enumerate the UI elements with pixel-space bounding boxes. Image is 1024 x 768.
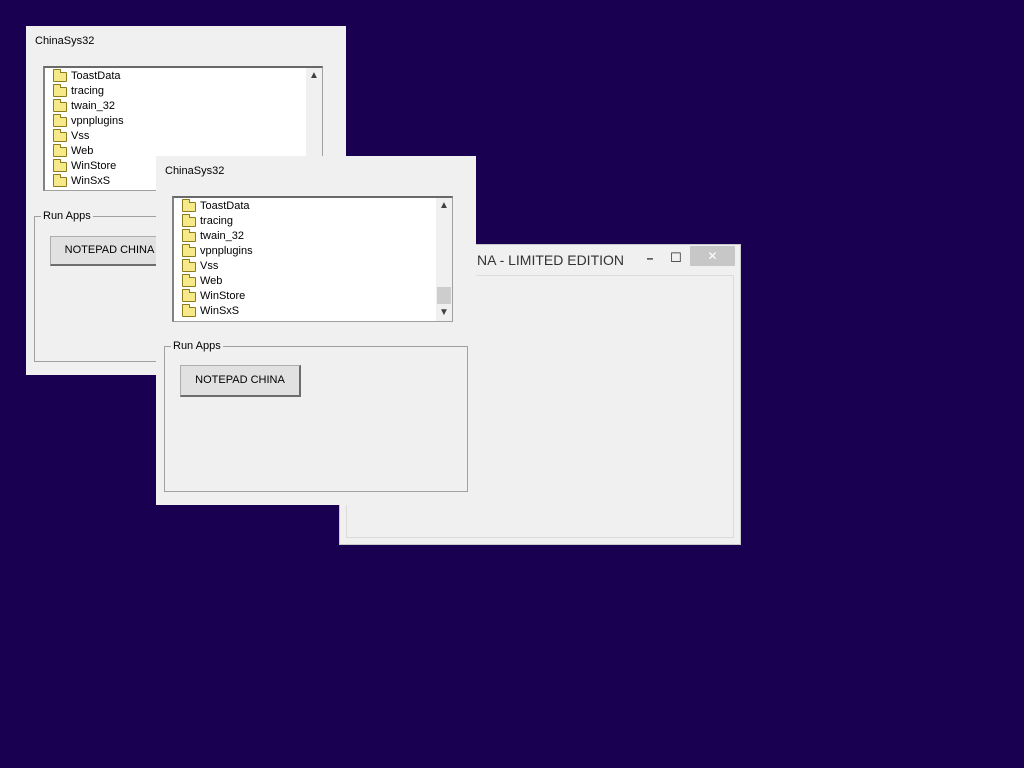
folder-name: tracing bbox=[71, 85, 105, 97]
close-icon: ✕ bbox=[707, 249, 718, 263]
folder-name: Vss bbox=[71, 130, 90, 142]
folder-icon bbox=[182, 213, 196, 227]
close-button[interactable]: ✕ bbox=[690, 246, 735, 266]
list-item[interactable]: twain_32 bbox=[53, 98, 124, 114]
run-apps-label: Run Apps bbox=[171, 339, 223, 353]
folder-name: ToastData bbox=[71, 70, 121, 82]
list-item[interactable]: twain_32 bbox=[182, 228, 253, 244]
folder-icon bbox=[53, 113, 67, 127]
list-item[interactable]: tracing bbox=[53, 83, 124, 99]
folder-icon bbox=[53, 173, 67, 187]
scroll-up-arrow-icon[interactable]: ▲ bbox=[436, 198, 452, 214]
list-item[interactable]: vpnplugins bbox=[53, 113, 124, 129]
run-apps-group: Run Apps NOTEPAD CHINA bbox=[164, 339, 468, 492]
folder-name: vpnplugins bbox=[200, 245, 253, 257]
notepad-window-title: NA - LIMITED EDITION bbox=[477, 252, 625, 268]
folder-name: WinSxS bbox=[71, 175, 111, 187]
run-apps-label: Run Apps bbox=[41, 209, 93, 223]
folder-icon bbox=[53, 83, 67, 97]
folder-name: vpnplugins bbox=[71, 115, 124, 127]
folder-name: tracing bbox=[200, 215, 234, 227]
folder-icon bbox=[182, 198, 196, 212]
maximize-button[interactable]: ☐ bbox=[666, 247, 686, 269]
folder-icon bbox=[182, 303, 196, 317]
list-item[interactable]: vpnplugins bbox=[182, 243, 253, 259]
vertical-scrollbar[interactable]: ▲ ▼ bbox=[436, 198, 452, 321]
folder-icon bbox=[53, 143, 67, 157]
folder-icon bbox=[182, 228, 196, 242]
maximize-icon: ☐ bbox=[670, 250, 682, 265]
list-item[interactable]: WinStore bbox=[182, 288, 253, 304]
folder-list: ToastData tracing twain_32 vpnplugins Vss Web… bbox=[182, 198, 253, 319]
folder-list: ToastData tracing twain_32 vpnplugins Vss Web… bbox=[53, 68, 124, 189]
folder-name: twain_32 bbox=[71, 100, 116, 112]
list-item[interactable]: ToastData bbox=[53, 68, 124, 84]
folder-icon bbox=[53, 128, 67, 142]
window-title: ChinaSys32 bbox=[35, 35, 95, 47]
folder-icon bbox=[182, 258, 196, 272]
list-item[interactable]: Vss bbox=[182, 258, 253, 274]
folder-name: WinStore bbox=[200, 290, 246, 302]
window-title: ChinaSys32 bbox=[165, 165, 225, 177]
list-item[interactable]: WinStore bbox=[53, 158, 124, 174]
minimize-button[interactable]: – bbox=[640, 247, 660, 269]
folder-name: Web bbox=[71, 145, 94, 157]
folder-icon bbox=[182, 243, 196, 257]
folder-name: Vss bbox=[200, 260, 219, 272]
notepad-china-button[interactable]: NOTEPAD CHINA bbox=[180, 365, 301, 397]
folder-name: Web bbox=[200, 275, 223, 287]
notepad-china-button[interactable]: NOTEPAD CHINA bbox=[50, 236, 170, 266]
folder-name: ToastData bbox=[200, 200, 250, 212]
list-item[interactable]: Web bbox=[53, 143, 124, 159]
folder-icon bbox=[182, 273, 196, 287]
list-item[interactable]: Vss bbox=[53, 128, 124, 144]
list-item[interactable]: WinSxS bbox=[182, 303, 253, 319]
folder-name: WinSxS bbox=[200, 305, 240, 317]
list-item[interactable]: tracing bbox=[182, 213, 253, 229]
scroll-thumb[interactable] bbox=[437, 287, 451, 304]
folder-icon bbox=[53, 158, 67, 172]
folder-name: WinStore bbox=[71, 160, 117, 172]
folder-icon bbox=[182, 288, 196, 302]
folder-icon bbox=[53, 98, 67, 112]
folder-icon bbox=[53, 68, 67, 82]
scroll-up-arrow-icon[interactable]: ▲ bbox=[306, 68, 322, 84]
folder-listbox[interactable]: ToastData tracing twain_32 vpnplugins Vss Web… bbox=[172, 196, 453, 322]
list-item[interactable]: Web bbox=[182, 273, 253, 289]
list-item[interactable]: WinSxS bbox=[53, 173, 124, 189]
scroll-down-arrow-icon[interactable]: ▼ bbox=[436, 305, 452, 321]
list-item[interactable]: ToastData bbox=[182, 198, 253, 214]
minimize-icon: – bbox=[646, 251, 654, 265]
chinasys32-window-front: ChinaSys32 ToastData tracing twain_32vpnpl… bbox=[156, 156, 476, 505]
folder-name: twain_32 bbox=[200, 230, 245, 242]
